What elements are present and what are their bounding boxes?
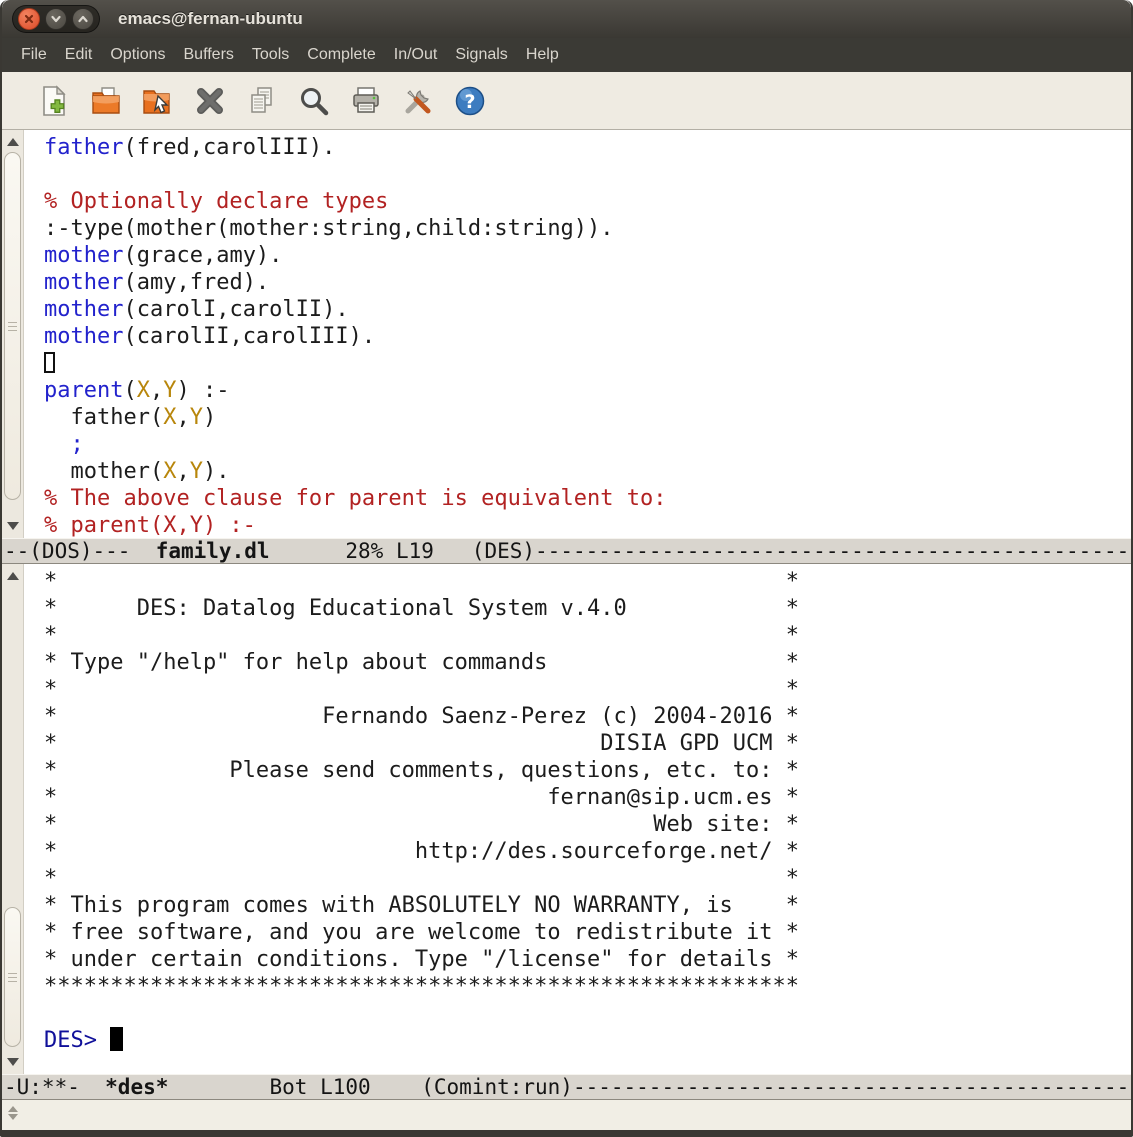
code-line	[44, 350, 1131, 377]
echo-area[interactable]	[2, 1100, 1131, 1130]
open-file-button[interactable]	[88, 83, 124, 119]
close-x-icon	[197, 87, 223, 114]
repl-line: * under certain conditions. Type "/licen…	[44, 947, 799, 972]
search-icon	[301, 87, 329, 115]
repl-line: * *	[44, 623, 799, 648]
code-line: parent(X,Y) :-	[44, 378, 230, 403]
toolbar: ?	[2, 72, 1131, 130]
repl-line: * *	[44, 866, 799, 891]
repl-text-area[interactable]: * * * DES: Datalog Educational System v.4…	[24, 564, 1131, 1074]
block-cursor	[110, 1027, 124, 1051]
close-icon	[24, 14, 34, 24]
hollow-cursor	[44, 352, 55, 373]
open-directory-button[interactable]	[140, 83, 176, 119]
window-buttons	[12, 5, 100, 33]
copy-pages-icon	[251, 86, 272, 113]
chevron-up-icon	[78, 15, 88, 23]
menu-item-inout[interactable]: In/Out	[385, 38, 447, 72]
chevron-down-icon	[51, 15, 61, 23]
code-line: % The above clause for parent is equival…	[44, 486, 667, 511]
window-title: emacs@fernan-ubuntu	[118, 9, 303, 28]
menu-item-buffers[interactable]: Buffers	[175, 38, 243, 72]
menu-item-edit[interactable]: Edit	[56, 38, 102, 72]
menu-item-options[interactable]: Options	[101, 38, 174, 72]
repl-line: * free software, and you are welcome to …	[44, 920, 799, 945]
code-line: % Optionally declare types	[44, 189, 389, 214]
repl-line: * Type "/help" for help about commands *	[44, 650, 799, 675]
close-buffer-button[interactable]	[192, 83, 228, 119]
scroll-down-arrow[interactable]	[7, 1058, 19, 1066]
repl-line: * fernan@sip.ucm.es *	[44, 785, 799, 810]
open-folder-icon	[92, 86, 120, 114]
repl-line: * *	[44, 677, 799, 702]
repl-window: * * * DES: Datalog Educational System v.4…	[2, 564, 1131, 1074]
source-window: father(fred,carolIII). % Optionally decla…	[2, 130, 1131, 538]
repl-line: * *	[44, 569, 799, 594]
close-button[interactable]	[18, 8, 40, 30]
repl-line: * DES: Datalog Educational System v.4.0 …	[44, 596, 799, 621]
scroll-up-arrow[interactable]	[8, 1106, 18, 1112]
svg-text:?: ?	[464, 91, 475, 113]
printer-icon	[353, 86, 379, 113]
des-prompt: DES>	[44, 1028, 111, 1053]
scroll-down-arrow[interactable]	[8, 1114, 18, 1120]
new-file-icon	[43, 84, 66, 116]
code-line: :-type(mother(mother:string,child:string…	[44, 216, 614, 241]
source-text-area[interactable]: father(fred,carolIII). % Optionally decla…	[24, 130, 1131, 538]
source-scrollbar[interactable]	[2, 130, 24, 538]
thumb-grip-icon	[8, 321, 17, 331]
repl-line: * http://des.sourceforge.net/ *	[44, 839, 799, 864]
repl-line: * Fernando Saenz-Perez (c) 2004-2016 *	[44, 704, 799, 729]
minimize-button[interactable]	[45, 8, 67, 30]
repl-line: * DISIA GPD UCM *	[44, 731, 799, 756]
code-line: father(fred,carolIII).	[44, 135, 336, 160]
maximize-button[interactable]	[72, 8, 94, 30]
repl-line	[44, 1000, 1131, 1027]
tools-icon	[405, 89, 431, 113]
search-button[interactable]	[296, 83, 332, 119]
repl-line: * This program comes with ABSOLUTELY NO …	[44, 893, 799, 918]
minibuffer-scrollbar[interactable]	[8, 1104, 20, 1122]
code-line: mother(amy,fred).	[44, 270, 270, 295]
scroll-down-arrow[interactable]	[7, 522, 19, 530]
repl-line: * Please send comments, questions, etc. …	[44, 758, 799, 783]
scroll-up-arrow[interactable]	[7, 572, 19, 580]
scrollbar-thumb[interactable]	[4, 907, 21, 1047]
folder-cursor-icon	[143, 89, 170, 114]
code-line: mother(grace,amy).	[44, 243, 283, 268]
help-icon: ?	[455, 86, 485, 115]
code-line: ;	[70, 432, 84, 457]
modeline-bottom: -U:**- *des* Bot L100 (Comint:run)------…	[2, 1074, 1131, 1100]
emacs-window: emacs@fernan-ubuntu File Edit Options Buffe…	[0, 0, 1133, 1137]
code-line: mother(carolI,carolII).	[44, 297, 349, 322]
modeline-top: --(DOS)--- family.dl 28% L19 (DES)------…	[2, 538, 1131, 564]
menu-item-tools[interactable]: Tools	[243, 38, 298, 72]
preferences-button[interactable]	[400, 83, 436, 119]
copy-button[interactable]	[244, 83, 280, 119]
help-button[interactable]: ?	[452, 83, 488, 119]
scrollbar-thumb[interactable]	[4, 152, 21, 500]
repl-scrollbar[interactable]	[2, 564, 24, 1074]
code-line: mother(X,Y).	[44, 459, 230, 484]
menu-item-complete[interactable]: Complete	[298, 38, 384, 72]
menubar: File Edit Options Buffers Tools Complete In/Ou…	[2, 38, 1131, 72]
new-file-button[interactable]	[36, 83, 72, 119]
scroll-up-arrow[interactable]	[7, 138, 19, 146]
print-button[interactable]	[348, 83, 384, 119]
repl-line: ****************************************…	[44, 974, 799, 999]
repl-line: * Web site: *	[44, 812, 799, 837]
code-line: % parent(X,Y) :-	[44, 513, 256, 538]
code-line: mother(carolII,carolIII).	[44, 324, 376, 349]
menu-item-signals[interactable]: Signals	[446, 38, 516, 72]
menu-item-file[interactable]: File	[12, 38, 56, 72]
code-line: father(X,Y)	[44, 405, 217, 430]
repl-prompt-line: DES>	[44, 1027, 1131, 1054]
thumb-grip-icon	[8, 972, 17, 982]
titlebar: emacs@fernan-ubuntu	[2, 0, 1131, 38]
menu-item-help[interactable]: Help	[517, 38, 568, 72]
